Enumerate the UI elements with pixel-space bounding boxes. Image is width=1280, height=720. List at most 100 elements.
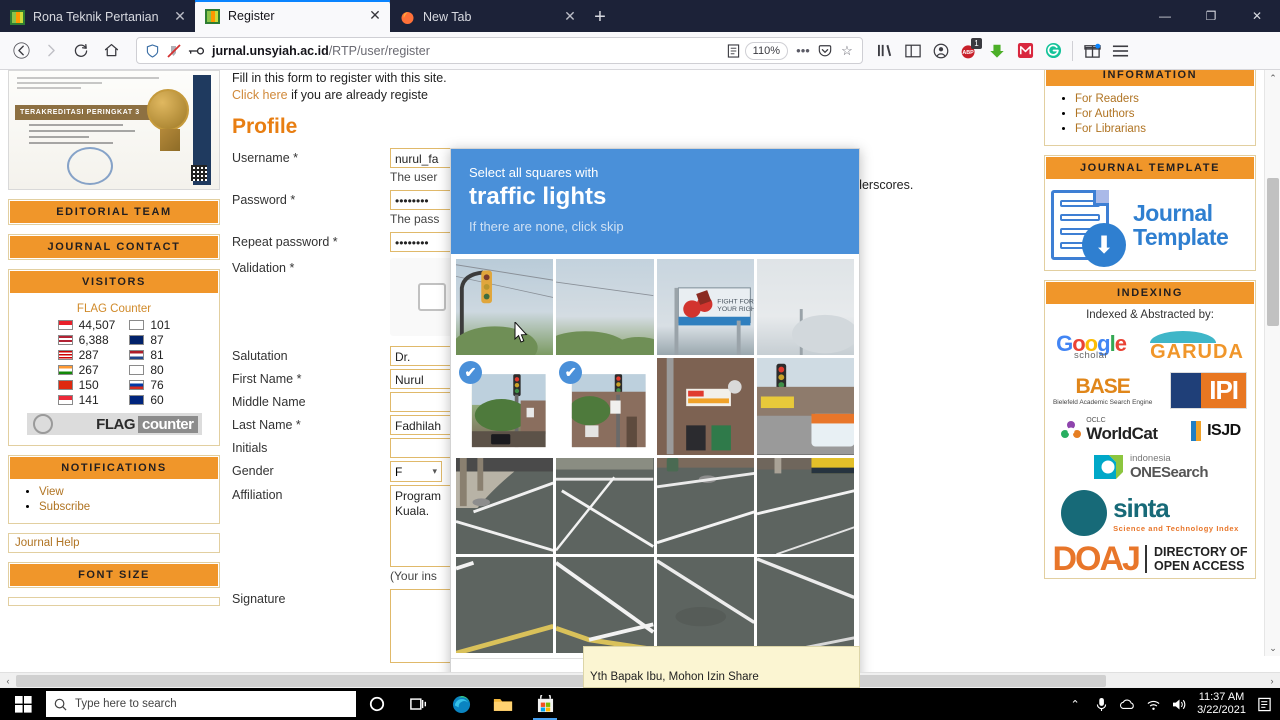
scroll-left-arrow[interactable]: ‹ <box>0 673 16 689</box>
home-button[interactable] <box>96 36 126 66</box>
recaptcha-tile-3[interactable] <box>756 259 854 356</box>
download-helper-icon[interactable] <box>983 37 1011 65</box>
gender-select[interactable]: F ▾ <box>390 461 442 482</box>
list-item[interactable]: For Authors <box>1075 107 1247 122</box>
editorial-team-block[interactable]: EDITORIAL TEAM <box>8 199 220 225</box>
logo-row: BASE Bielefeld Academic Search Engine IP… <box>1045 368 1255 413</box>
page-actions-icon[interactable]: ••• <box>792 40 814 62</box>
tab-close-button[interactable]: ✕ <box>366 7 384 25</box>
tab-register[interactable]: Register ✕ <box>195 0 390 32</box>
extensions-gift-icon[interactable] <box>1078 37 1106 65</box>
library-icon[interactable] <box>871 37 899 65</box>
vertical-scrollbar[interactable]: ⌃ ⌄ <box>1264 70 1280 656</box>
doaj-logo[interactable]: DOAJ DIRECTORY OF OPEN ACCESS <box>1053 542 1248 576</box>
microsoft-store-icon[interactable] <box>524 688 566 720</box>
tracking-protection-icon[interactable] <box>163 40 185 62</box>
recaptcha-tile-10[interactable] <box>656 457 754 554</box>
reader-view-icon[interactable] <box>723 40 745 62</box>
tab-close-button[interactable]: ✕ <box>171 8 189 26</box>
recaptcha-tile-15[interactable] <box>756 556 854 653</box>
flag-counter-brand[interactable]: FLAG counter <box>26 413 202 435</box>
saved-login-key-icon[interactable] <box>185 40 207 62</box>
edge-icon[interactable] <box>440 688 482 720</box>
account-icon[interactable] <box>927 37 955 65</box>
recaptcha-tile-2[interactable]: FIGHT FORYOUR RIGHTS <box>656 259 754 356</box>
back-button[interactable] <box>6 36 36 66</box>
recaptcha-tile-0[interactable] <box>456 259 554 356</box>
list-item[interactable]: Subscribe <box>39 500 211 515</box>
journal-template-body[interactable]: ⬇ Journal Template <box>1045 180 1255 270</box>
recaptcha-tile-13[interactable] <box>556 556 654 653</box>
notification-toast[interactable]: Yth Bapak Ibu, Mohon Izin Share <box>583 646 860 688</box>
url-text[interactable]: jurnal.unsyiah.ac.id/RTP/user/register <box>207 44 723 58</box>
task-view-icon[interactable] <box>398 688 440 720</box>
base-logo[interactable]: BASE Bielefeld Academic Search Engine <box>1053 375 1152 406</box>
recaptcha-tile-4[interactable]: ✔ <box>456 358 553 454</box>
recaptcha-tile-5[interactable]: ✔ <box>556 358 653 454</box>
ipi-logo[interactable]: IPI <box>1170 372 1248 409</box>
shield-icon[interactable] <box>141 40 163 62</box>
action-center-icon[interactable] <box>1256 696 1272 712</box>
flag-counter-brand-1: FLAG <box>96 415 135 433</box>
scroll-up-arrow[interactable]: ⌃ <box>1265 70 1280 86</box>
recaptcha-tile-11[interactable] <box>756 457 854 554</box>
new-tab-button[interactable]: + <box>585 2 615 32</box>
close-window-button[interactable]: ✕ <box>1234 0 1280 32</box>
mega-icon[interactable] <box>1011 37 1039 65</box>
recaptcha-tile-7[interactable] <box>756 358 854 455</box>
onesearch-logo[interactable]: indonesia ONESearch <box>1092 452 1209 482</box>
recaptcha-tile-6[interactable] <box>656 358 754 455</box>
garuda-logo[interactable]: GARUDA <box>1150 331 1244 364</box>
recaptcha-tile-12[interactable] <box>456 556 554 653</box>
tab-new-tab[interactable]: New Tab ✕ <box>390 2 585 32</box>
recaptcha-tile-1[interactable] <box>556 259 654 356</box>
isjd-logo[interactable]: ISJD <box>1188 420 1241 442</box>
scroll-down-arrow[interactable]: ⌄ <box>1265 640 1280 656</box>
sidebar-icon[interactable] <box>899 37 927 65</box>
start-button[interactable] <box>0 688 46 720</box>
adblock-plus-icon[interactable]: ABP 1 <box>955 37 983 65</box>
scroll-right-arrow[interactable]: › <box>1264 673 1280 689</box>
grammar-check-icon[interactable] <box>1039 37 1067 65</box>
svg-text:ABP: ABP <box>962 50 974 56</box>
maximize-button[interactable]: ❐ <box>1188 0 1234 32</box>
network-wifi-icon[interactable] <box>1145 696 1161 712</box>
cortana-icon[interactable] <box>356 688 398 720</box>
tab-rona-teknik-pertanian[interactable]: Rona Teknik Pertanian ✕ <box>0 2 195 32</box>
taskbar-search-box[interactable]: Type here to search <box>46 691 356 717</box>
vertical-scrollbar-thumb[interactable] <box>1267 178 1279 326</box>
list-item[interactable]: For Readers <box>1075 92 1247 107</box>
accreditation-certificate-image: TERAKREDITASI PERINGKAT 3 <box>8 70 220 190</box>
microphone-icon[interactable] <box>1093 696 1109 712</box>
forward-button[interactable] <box>36 36 66 66</box>
menu-hamburger-icon[interactable] <box>1106 37 1134 65</box>
pocket-icon[interactable] <box>814 40 836 62</box>
tile-image <box>556 556 654 653</box>
url-bar[interactable]: jurnal.unsyiah.ac.id/RTP/user/register 1… <box>136 37 863 64</box>
recaptcha-tile-14[interactable] <box>656 556 754 653</box>
taskbar-clock[interactable]: 11:37 AM 3/22/2021 <box>1197 691 1246 717</box>
file-explorer-icon[interactable] <box>482 688 524 720</box>
recaptcha-tile-9[interactable] <box>556 457 654 554</box>
bookmark-star-icon[interactable]: ☆ <box>836 40 858 62</box>
journal-help-block[interactable]: Journal Help <box>8 533 220 553</box>
already-registered-link[interactable]: Click here <box>232 88 288 102</box>
tab-close-button[interactable]: ✕ <box>561 8 579 26</box>
sinta-logo[interactable]: sinta Science and Technology Index <box>1061 490 1239 536</box>
taskbar-search-placeholder: Type here to search <box>75 698 177 710</box>
worldcat-logo[interactable]: OCLC WorldCat <box>1059 417 1158 444</box>
zoom-level-indicator[interactable]: 110% <box>744 41 788 60</box>
recaptcha-checkbox[interactable] <box>418 283 446 311</box>
volume-icon[interactable] <box>1171 696 1187 712</box>
show-hidden-icons-arrow[interactable]: ⌃ <box>1067 696 1083 712</box>
google-scholar-logo[interactable]: Google scholar <box>1056 333 1127 362</box>
flag-counter-brand-2: counter <box>137 415 198 433</box>
list-item[interactable]: View <box>39 485 211 500</box>
reload-button[interactable] <box>66 36 96 66</box>
horizontal-scrollbar-thumb[interactable] <box>16 675 1106 687</box>
minimize-button[interactable]: — <box>1142 0 1188 32</box>
journal-contact-block[interactable]: JOURNAL CONTACT <box>8 234 220 260</box>
list-item[interactable]: For Librarians <box>1075 122 1247 137</box>
recaptcha-tile-8[interactable] <box>456 457 554 554</box>
onedrive-icon[interactable] <box>1119 696 1135 712</box>
